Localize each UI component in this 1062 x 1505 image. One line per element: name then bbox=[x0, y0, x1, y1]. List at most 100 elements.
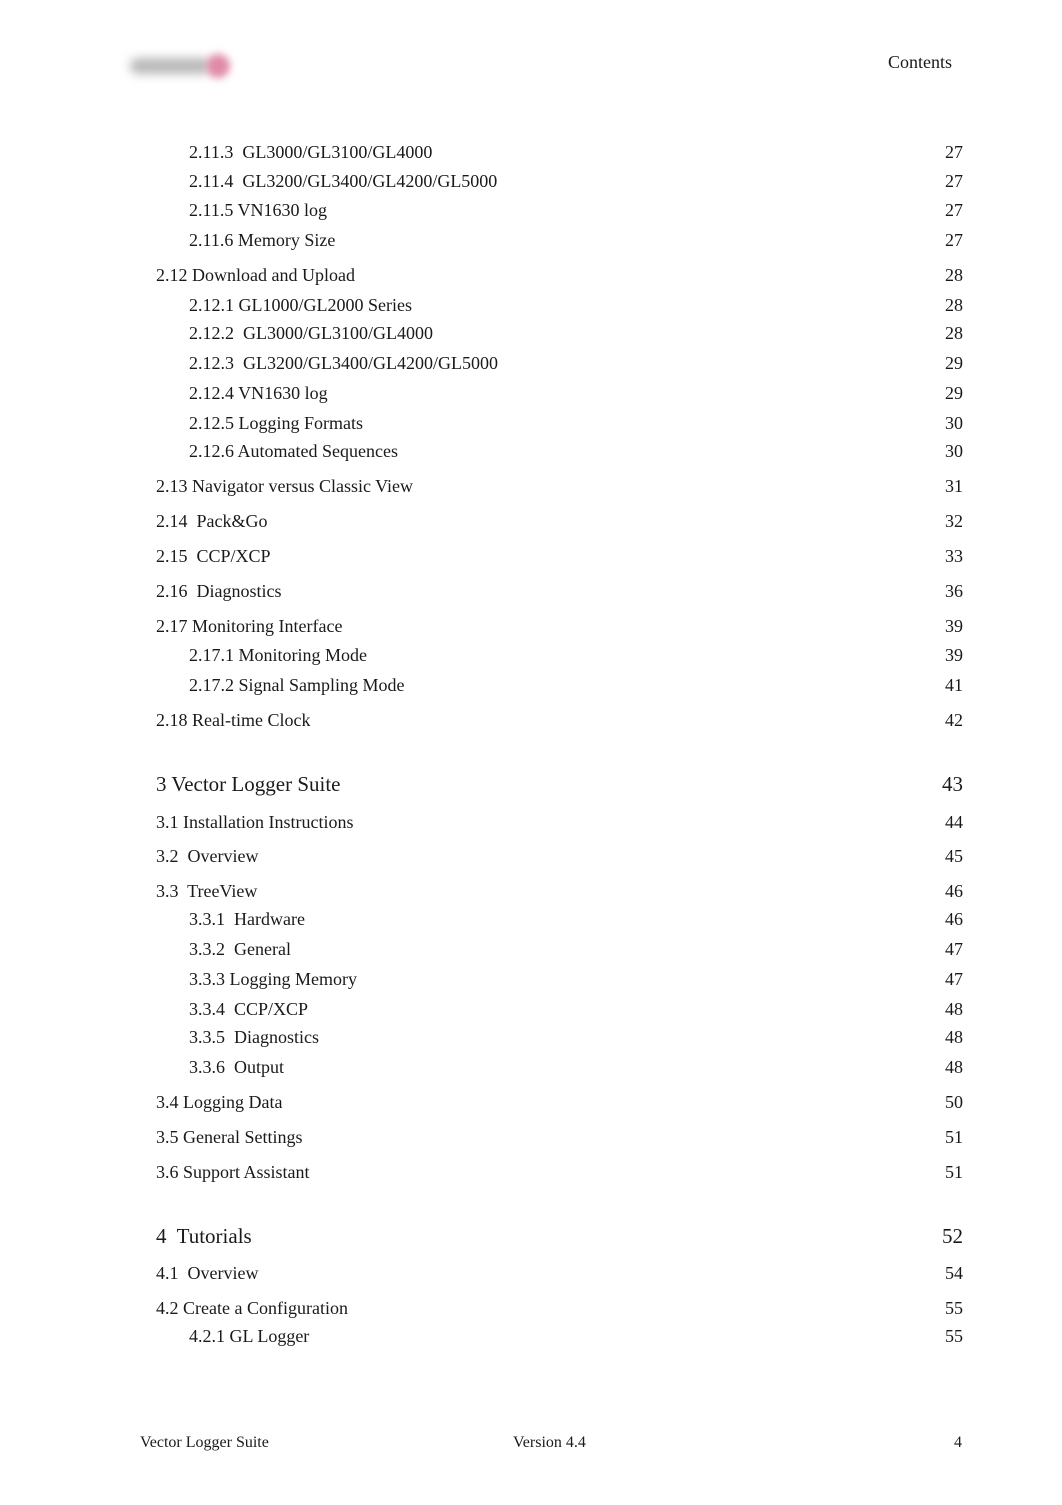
toc-entry-page-number[interactable]: 41 bbox=[945, 674, 963, 696]
toc-entry[interactable]: 2.11.5 VN1630 log 27 bbox=[156, 199, 963, 221]
toc-entry-title[interactable]: 3.3.5 Diagnostics bbox=[156, 1026, 319, 1048]
toc-entry-title[interactable]: 2.12.3 GL3200/GL3400/GL4200/GL5000 bbox=[156, 352, 498, 374]
toc-entry-title[interactable]: 3.2 Overview bbox=[156, 845, 258, 867]
toc-entry-page-number[interactable]: 48 bbox=[945, 998, 963, 1020]
toc-entry-title[interactable]: 2.11.6 Memory Size bbox=[156, 229, 335, 251]
toc-entry-page-number[interactable]: 44 bbox=[945, 811, 963, 833]
toc-entry[interactable]: 2.17 Monitoring Interface 39 bbox=[156, 615, 963, 637]
toc-entry-page-number[interactable]: 54 bbox=[945, 1262, 963, 1284]
toc-entry-page-number[interactable]: 47 bbox=[945, 938, 963, 960]
toc-entry-title[interactable]: 3.3.1 Hardware bbox=[156, 908, 305, 930]
toc-entry-title[interactable]: 2.11.4 GL3200/GL3400/GL4200/GL5000 bbox=[156, 170, 497, 192]
toc-entry[interactable]: 2.13 Navigator versus Classic View 31 bbox=[156, 475, 963, 497]
toc-entry-title[interactable]: 3.3.6 Output bbox=[156, 1056, 284, 1078]
toc-chapter-entry[interactable]: 4 Tutorials 52 bbox=[156, 1223, 963, 1249]
toc-entry-page-number[interactable]: 27 bbox=[945, 141, 963, 163]
toc-entry-page-number[interactable]: 32 bbox=[945, 510, 963, 532]
toc-entry-title[interactable]: 2.12.2 GL3000/GL3100/GL4000 bbox=[156, 322, 433, 344]
toc-entry[interactable]: 3.3.3 Logging Memory 47 bbox=[156, 968, 963, 990]
toc-entry[interactable]: 3.5 General Settings 51 bbox=[156, 1126, 963, 1148]
toc-entry-title[interactable]: 4.2 Create a Configuration bbox=[156, 1297, 348, 1319]
toc-entry[interactable]: 3.3.2 General 47 bbox=[156, 938, 963, 960]
toc-entry-page-number[interactable]: 36 bbox=[945, 580, 963, 602]
toc-entry-title[interactable]: 3.1 Installation Instructions bbox=[156, 811, 353, 833]
toc-entry-page-number[interactable]: 45 bbox=[945, 845, 963, 867]
toc-entry[interactable]: 2.12.1 GL1000/GL2000 Series 28 bbox=[156, 294, 963, 316]
toc-entry-page-number[interactable]: 51 bbox=[945, 1161, 963, 1183]
toc-entry-page-number[interactable]: 31 bbox=[945, 475, 963, 497]
toc-entry-page-number[interactable]: 29 bbox=[945, 382, 963, 404]
toc-entry-page-number[interactable]: 30 bbox=[945, 440, 963, 462]
toc-entry-page-number[interactable]: 48 bbox=[945, 1026, 963, 1048]
toc-entry[interactable]: 2.11.3 GL3000/GL3100/GL4000 27 bbox=[156, 141, 963, 163]
toc-entry-title[interactable]: 2.12.5 Logging Formats bbox=[156, 412, 363, 434]
toc-entry[interactable]: 2.16 Diagnostics 36 bbox=[156, 580, 963, 602]
toc-entry-title[interactable]: 3.4 Logging Data bbox=[156, 1091, 282, 1113]
toc-entry-title[interactable]: 2.12.1 GL1000/GL2000 Series bbox=[156, 294, 412, 316]
toc-entry[interactable]: 2.17.2 Signal Sampling Mode 41 bbox=[156, 674, 963, 696]
toc-chapter-entry[interactable]: 3 Vector Logger Suite 43 bbox=[156, 771, 963, 797]
toc-entry[interactable]: 2.12.6 Automated Sequences 30 bbox=[156, 440, 963, 462]
toc-entry-page-number[interactable]: 48 bbox=[945, 1056, 963, 1078]
toc-entry[interactable]: 3.3.4 CCP/XCP 48 bbox=[156, 998, 963, 1020]
toc-entry[interactable]: 4.2 Create a Configuration 55 bbox=[156, 1297, 963, 1319]
toc-entry-title[interactable]: 2.14 Pack&Go bbox=[156, 510, 268, 532]
toc-entry[interactable]: 2.11.4 GL3200/GL3400/GL4200/GL5000 27 bbox=[156, 170, 963, 192]
toc-entry-page-number[interactable]: 39 bbox=[945, 615, 963, 637]
toc-entry[interactable]: 2.12.3 GL3200/GL3400/GL4200/GL5000 29 bbox=[156, 352, 963, 374]
toc-entry[interactable]: 2.12.2 GL3000/GL3100/GL4000 28 bbox=[156, 322, 963, 344]
toc-entry[interactable]: 2.12.4 VN1630 log 29 bbox=[156, 382, 963, 404]
toc-entry-title[interactable]: 2.16 Diagnostics bbox=[156, 580, 282, 602]
toc-entry-page-number[interactable]: 28 bbox=[945, 322, 963, 344]
toc-entry-page-number[interactable]: 27 bbox=[945, 170, 963, 192]
toc-entry-title[interactable]: 2.12.4 VN1630 log bbox=[156, 382, 328, 404]
toc-entry[interactable]: 3.3.6 Output 48 bbox=[156, 1056, 963, 1078]
toc-entry-title[interactable]: 4.2.1 GL Logger bbox=[156, 1325, 309, 1347]
toc-entry-page-number[interactable]: 50 bbox=[945, 1091, 963, 1113]
toc-entry-title[interactable]: 2.17.1 Monitoring Mode bbox=[156, 644, 367, 666]
toc-entry-page-number[interactable]: 55 bbox=[945, 1325, 963, 1347]
toc-entry-page-number[interactable]: 55 bbox=[945, 1297, 963, 1319]
toc-entry-title[interactable]: 4 Tutorials bbox=[156, 1223, 252, 1249]
toc-entry[interactable]: 3.4 Logging Data 50 bbox=[156, 1091, 963, 1113]
toc-entry-page-number[interactable]: 28 bbox=[945, 294, 963, 316]
toc-entry-title[interactable]: 3.3.3 Logging Memory bbox=[156, 968, 357, 990]
toc-entry-title[interactable]: 3.3.2 General bbox=[156, 938, 291, 960]
toc-entry-page-number[interactable]: 42 bbox=[945, 709, 963, 731]
toc-entry-title[interactable]: 2.12.6 Automated Sequences bbox=[156, 440, 398, 462]
toc-entry-page-number[interactable]: 52 bbox=[942, 1223, 963, 1249]
toc-entry-page-number[interactable]: 51 bbox=[945, 1126, 963, 1148]
toc-entry-title[interactable]: 2.17 Monitoring Interface bbox=[156, 615, 342, 637]
toc-entry-page-number[interactable]: 29 bbox=[945, 352, 963, 374]
toc-entry-page-number[interactable]: 47 bbox=[945, 968, 963, 990]
toc-entry-page-number[interactable]: 27 bbox=[945, 229, 963, 251]
toc-entry[interactable]: 4.2.1 GL Logger 55 bbox=[156, 1325, 963, 1347]
toc-entry[interactable]: 2.15 CCP/XCP 33 bbox=[156, 545, 963, 567]
toc-entry-page-number[interactable]: 46 bbox=[945, 908, 963, 930]
toc-entry[interactable]: 2.12.5 Logging Formats 30 bbox=[156, 412, 963, 434]
toc-entry-title[interactable]: 4.1 Overview bbox=[156, 1262, 258, 1284]
toc-entry-title[interactable]: 3.3.4 CCP/XCP bbox=[156, 998, 308, 1020]
toc-entry[interactable]: 3.1 Installation Instructions 44 bbox=[156, 811, 963, 833]
toc-entry-page-number[interactable]: 27 bbox=[945, 199, 963, 221]
toc-entry-title[interactable]: 3.5 General Settings bbox=[156, 1126, 302, 1148]
toc-entry-page-number[interactable]: 46 bbox=[945, 880, 963, 902]
toc-entry[interactable]: 2.14 Pack&Go 32 bbox=[156, 510, 963, 532]
toc-entry-title[interactable]: 2.12 Download and Upload bbox=[156, 264, 355, 286]
toc-entry[interactable]: 3.6 Support Assistant 51 bbox=[156, 1161, 963, 1183]
toc-entry[interactable]: 3.2 Overview 45 bbox=[156, 845, 963, 867]
toc-entry[interactable]: 3.3.5 Diagnostics 48 bbox=[156, 1026, 963, 1048]
toc-entry-title[interactable]: 3 Vector Logger Suite bbox=[156, 771, 341, 797]
toc-entry[interactable]: 2.11.6 Memory Size 27 bbox=[156, 229, 963, 251]
toc-entry[interactable]: 4.1 Overview 54 bbox=[156, 1262, 963, 1284]
toc-entry-title[interactable]: 2.11.5 VN1630 log bbox=[156, 199, 327, 221]
toc-entry-page-number[interactable]: 30 bbox=[945, 412, 963, 434]
toc-entry-title[interactable]: 2.11.3 GL3000/GL3100/GL4000 bbox=[156, 141, 432, 163]
toc-entry-title[interactable]: 3.3 TreeView bbox=[156, 880, 257, 902]
toc-entry-page-number[interactable]: 28 bbox=[945, 264, 963, 286]
toc-entry[interactable]: 2.18 Real-time Clock 42 bbox=[156, 709, 963, 731]
toc-entry[interactable]: 3.3.1 Hardware 46 bbox=[156, 908, 963, 930]
toc-entry-title[interactable]: 2.17.2 Signal Sampling Mode bbox=[156, 674, 405, 696]
toc-entry-page-number[interactable]: 39 bbox=[945, 644, 963, 666]
toc-entry-title[interactable]: 3.6 Support Assistant bbox=[156, 1161, 310, 1183]
